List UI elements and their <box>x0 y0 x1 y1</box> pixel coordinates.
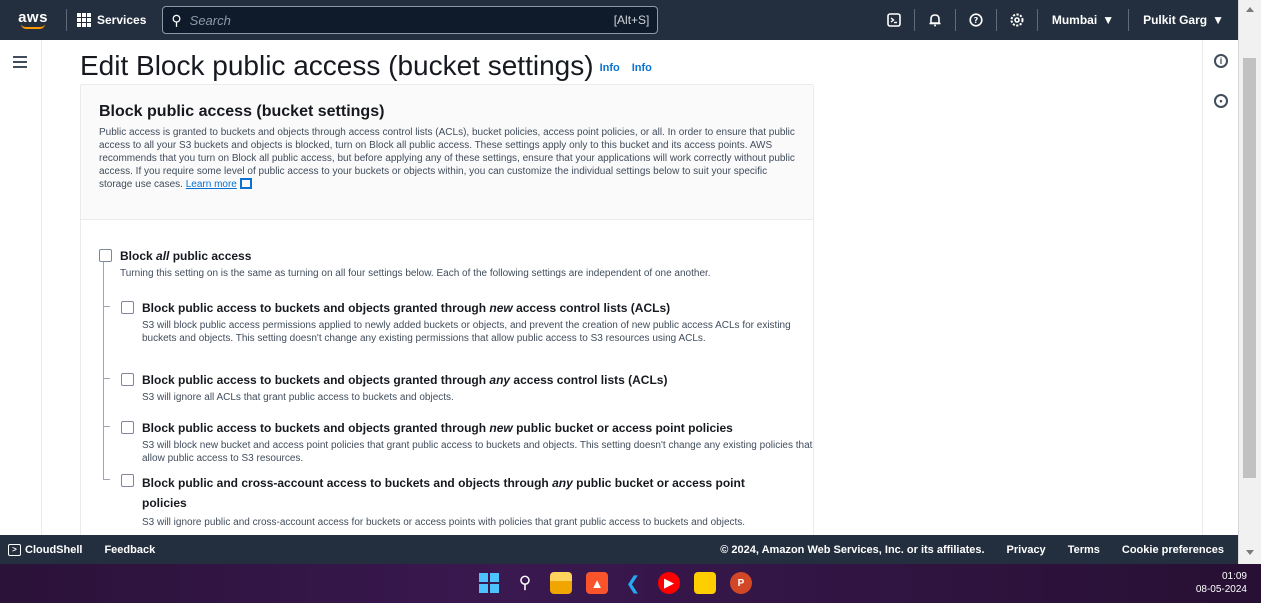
caret-down-icon: ▼ <box>1212 13 1224 27</box>
info-link-secondary[interactable]: Info <box>632 62 652 74</box>
page-scrollbar[interactable] <box>1238 0 1261 564</box>
learn-more-link[interactable]: Learn more <box>186 179 237 190</box>
menu-icon[interactable] <box>13 56 27 71</box>
search-input[interactable]: ⚲ Search [Alt+S] <box>162 6 659 34</box>
panel-heading: Block public access (bucket settings) <box>99 103 385 120</box>
cloudshell-footer-icon[interactable]: > <box>8 543 21 556</box>
windows-start-icon[interactable] <box>478 572 500 594</box>
search-placeholder: Search <box>189 12 231 28</box>
block-all-description: Turning this setting on is the same as t… <box>120 268 711 279</box>
region-selector[interactable]: Mumbai ▼ <box>1038 13 1128 27</box>
assistant-icon[interactable]: • <box>1214 94 1228 108</box>
sticky-notes-icon[interactable] <box>694 572 716 594</box>
left-navigation-rail <box>0 40 42 535</box>
block-any-policies-option[interactable]: Block public and cross-account access to… <box>121 473 781 513</box>
brave-browser-icon[interactable]: ▲ <box>586 572 608 594</box>
services-label: Services <box>97 13 147 27</box>
caret-down-icon: ▼ <box>1102 13 1115 27</box>
page-title: Edit Block public access (bucket setting… <box>80 50 652 81</box>
block-all-checkbox[interactable] <box>99 249 112 262</box>
external-link-icon <box>239 178 252 189</box>
block-all-label: Block all public access <box>120 249 252 263</box>
block-new-policies-label: Block public access to buckets and objec… <box>142 421 733 435</box>
system-clock[interactable]: 01:09 08-05-2024 <box>1196 570 1247 596</box>
settings-icon[interactable] <box>997 0 1037 40</box>
block-new-acls-option[interactable]: Block public access to buckets and objec… <box>121 300 670 316</box>
panel-description: Public access is granted to buckets and … <box>99 127 795 190</box>
scroll-up-arrow-icon[interactable] <box>1246 7 1254 12</box>
block-new-acls-label: Block public access to buckets and objec… <box>142 301 671 315</box>
panel-body: Block all public access Turning this set… <box>81 220 813 528</box>
search-shortcut: [Alt+S] <box>613 13 650 27</box>
top-navigation: aws Services ⚲ Search [Alt+S] ? Mumbai▼ <box>0 0 1238 40</box>
aws-logo[interactable]: aws <box>0 0 66 40</box>
feedback-link[interactable]: Feedback <box>104 544 155 556</box>
tree-connector <box>103 262 104 480</box>
block-new-policies-option[interactable]: Block public access to buckets and objec… <box>121 420 733 436</box>
block-any-policies-checkbox[interactable] <box>121 474 134 487</box>
block-new-acls-description: S3 will block public access permissions … <box>142 320 791 344</box>
block-all-option[interactable]: Block all public access <box>99 248 251 264</box>
youtube-music-icon[interactable]: ▶ <box>658 572 680 594</box>
block-new-policies-checkbox[interactable] <box>121 421 134 434</box>
block-any-acls-description: S3 will ignore all ACLs that grant publi… <box>142 392 454 403</box>
block-any-acls-checkbox[interactable] <box>121 373 134 386</box>
search-icon[interactable]: ⚲ <box>514 572 536 594</box>
block-new-policies-description: S3 will block new bucket and access poin… <box>142 440 813 464</box>
terms-link[interactable]: Terms <box>1068 544 1100 556</box>
help-icon[interactable]: ? <box>956 0 996 40</box>
vscode-icon[interactable]: ❮ <box>622 572 644 594</box>
search-icon: ⚲ <box>171 11 182 28</box>
block-any-acls-option[interactable]: Block public access to buckets and objec… <box>121 372 667 388</box>
main-content: Edit Block public access (bucket setting… <box>42 40 1202 535</box>
panel-header: Block public access (bucket settings) Pu… <box>81 85 813 220</box>
file-explorer-icon[interactable] <box>550 572 572 594</box>
block-any-acls-label: Block public access to buckets and objec… <box>142 373 668 387</box>
account-menu[interactable]: Pulkit Garg ▼ <box>1129 13 1238 27</box>
block-public-access-panel: Block public access (bucket settings) Pu… <box>80 84 814 535</box>
info-link[interactable]: Info <box>600 62 620 74</box>
svg-text:?: ? <box>974 16 979 25</box>
os-taskbar: ⚲ ▲ ❮ ▶ P 01:09 08-05-2024 <box>0 564 1261 603</box>
scrollbar-thumb[interactable] <box>1243 58 1256 478</box>
privacy-link[interactable]: Privacy <box>1007 544 1046 556</box>
cloudshell-link[interactable]: CloudShell <box>25 544 82 556</box>
block-new-acls-checkbox[interactable] <box>121 301 134 314</box>
block-any-policies-label: Block public and cross-account access to… <box>142 476 745 510</box>
right-tools-rail: i • <box>1202 40 1238 535</box>
info-panel-icon[interactable]: i <box>1214 54 1228 68</box>
block-any-policies-description: S3 will ignore public and cross-account … <box>142 517 746 528</box>
cookie-preferences-link[interactable]: Cookie preferences <box>1122 544 1224 556</box>
services-menu-button[interactable]: Services <box>67 7 156 33</box>
console-footer: > CloudShell Feedback © 2024, Amazon Web… <box>0 535 1238 564</box>
copyright-text: © 2024, Amazon Web Services, Inc. or its… <box>720 543 985 556</box>
grid-icon <box>77 13 91 27</box>
scroll-down-arrow-icon[interactable] <box>1246 550 1254 555</box>
powerpoint-icon[interactable]: P <box>730 572 752 594</box>
bell-icon[interactable] <box>915 0 955 40</box>
cloudshell-icon[interactable] <box>874 0 914 40</box>
